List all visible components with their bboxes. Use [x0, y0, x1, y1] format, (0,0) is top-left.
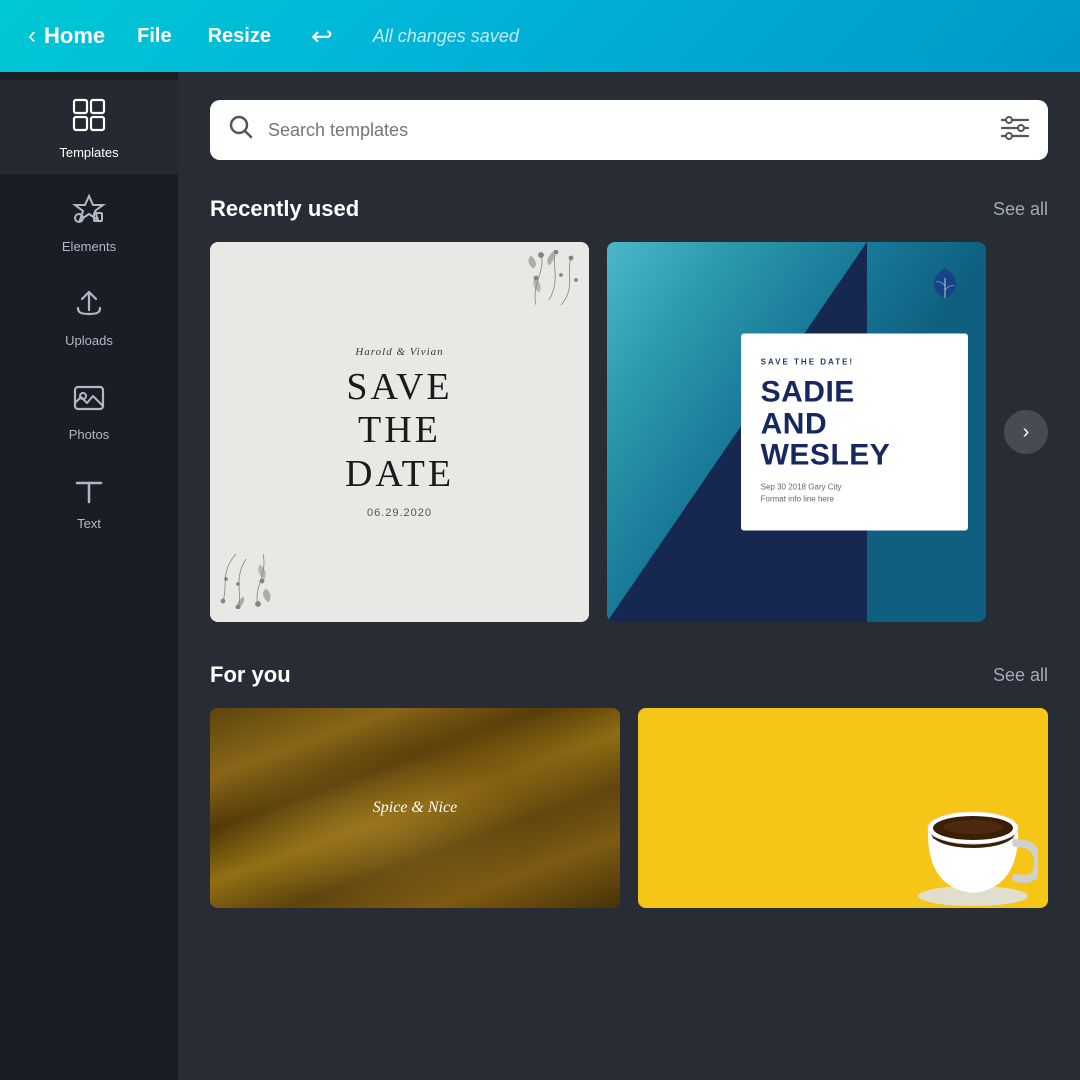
resize-menu-button[interactable]: Resize	[208, 25, 271, 48]
recently-used-title: Recently used	[210, 196, 359, 222]
recently-used-row: Harold & Vivian SAVE THE DATE 06.29.2020	[210, 242, 1048, 622]
for-you-see-all[interactable]: See all	[993, 665, 1048, 686]
search-input[interactable]	[268, 120, 986, 141]
search-icon	[228, 114, 254, 146]
sidebar-uploads-label: Uploads	[65, 333, 113, 348]
sidebar-item-elements[interactable]: Elements	[0, 174, 178, 268]
home-back-button[interactable]: ‹ Home	[28, 22, 105, 50]
leaf-icon	[928, 266, 962, 305]
card2-white-box: SAVE THE DATE! SADIE AND WESLEY Sep 30 2…	[741, 333, 968, 530]
template-card-save-date[interactable]: Harold & Vivian SAVE THE DATE 06.29.2020	[210, 242, 589, 622]
top-bar: ‹ Home File Resize ↩ All changes saved	[0, 0, 1080, 72]
template-card-yellow[interactable]	[638, 708, 1048, 908]
text-icon	[72, 474, 106, 508]
sidebar-photos-label: Photos	[69, 427, 109, 442]
sidebar-item-photos[interactable]: Photos	[0, 362, 178, 456]
floral-decoration-bottom	[218, 509, 338, 614]
card2-details: Sep 30 2018 Gary City Format info line h…	[761, 481, 948, 507]
top-nav: File Resize	[137, 25, 271, 48]
template-card-food[interactable]: Spice & Nice	[210, 708, 620, 908]
template-card-sadie-wesley[interactable]: SAVE THE DATE! SADIE AND WESLEY Sep 30 2…	[607, 242, 986, 622]
sidebar-elements-label: Elements	[62, 239, 116, 254]
card2-names: SADIE AND WESLEY	[761, 376, 948, 471]
for-you-header: For you See all	[210, 662, 1048, 688]
main-layout: Templates Elements Uploads	[0, 72, 1080, 1080]
for-you-title: For you	[210, 662, 291, 688]
sidebar-item-templates[interactable]: Templates	[0, 80, 178, 174]
file-menu-button[interactable]: File	[137, 25, 171, 48]
save-date-title: SAVE THE DATE	[345, 366, 454, 497]
content-panel: Recently used See all	[178, 72, 1080, 1080]
templates-icon	[72, 98, 106, 137]
coffee-cup	[908, 768, 1038, 908]
sidebar-item-uploads[interactable]: Uploads	[0, 268, 178, 362]
save-status-text: All changes saved	[373, 26, 519, 47]
sidebar-templates-label: Templates	[59, 145, 118, 160]
couple-names: Harold & Vivian	[355, 345, 443, 359]
card2-save-text: SAVE THE DATE!	[761, 357, 948, 366]
search-bar	[210, 100, 1048, 160]
back-chevron-icon: ‹	[28, 22, 36, 50]
home-label: Home	[44, 23, 105, 49]
uploads-icon	[72, 286, 106, 325]
save-date-date: 06.29.2020	[367, 507, 432, 519]
sidebar-item-text[interactable]: Text	[0, 456, 178, 545]
elements-icon	[72, 192, 106, 231]
carousel-next-button[interactable]: ›	[1004, 410, 1048, 454]
food-title: Spice & Nice	[373, 799, 457, 817]
undo-button[interactable]: ↩	[311, 21, 333, 52]
recently-used-header: Recently used See all	[210, 196, 1048, 222]
recently-used-see-all[interactable]: See all	[993, 199, 1048, 220]
for-you-row: Spice & Nice	[210, 708, 1048, 908]
sidebar: Templates Elements Uploads	[0, 72, 178, 1080]
photos-icon	[72, 380, 106, 419]
filter-icon[interactable]	[1000, 115, 1030, 146]
sidebar-text-label: Text	[77, 516, 101, 531]
